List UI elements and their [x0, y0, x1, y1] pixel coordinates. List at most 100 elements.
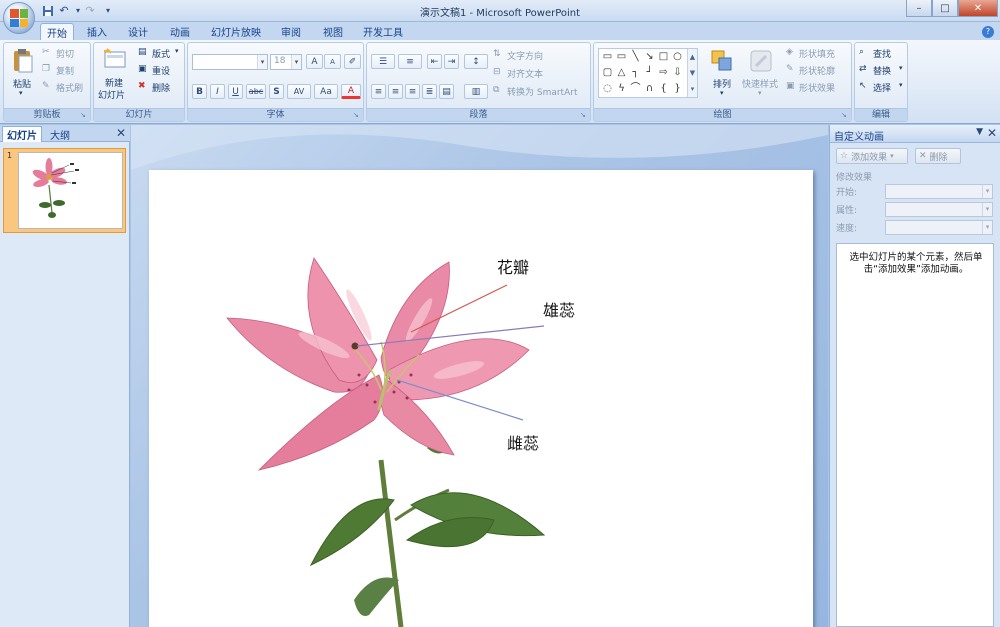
grow-font-button[interactable]: A [306, 54, 323, 69]
right-arrow-shape-icon[interactable]: ⇨ [657, 67, 670, 79]
slide-canvas[interactable]: 花瓣 雄蕊 雌蕊 [149, 170, 813, 627]
property-select[interactable]: ▾ [885, 202, 993, 217]
underline-button[interactable]: U [228, 84, 243, 99]
down-arrow-shape-icon[interactable]: ⇩ [671, 67, 684, 79]
clipboard-launcher-icon[interactable]: ↘ [80, 111, 88, 119]
format-painter-button[interactable]: 格式刷 [56, 81, 83, 94]
shadow-button[interactable]: S [269, 84, 284, 99]
label-stamen[interactable]: 雄蕊 [543, 297, 575, 321]
increase-indent-button[interactable]: ⇥ [444, 54, 459, 69]
arc-shape-icon[interactable]: ⌒ [629, 83, 642, 95]
close-button[interactable]: ✕ [958, 0, 998, 17]
font-color-button[interactable]: A [341, 84, 361, 99]
reset-button[interactable]: 重设 [152, 64, 170, 77]
speed-select[interactable]: ▾ [885, 220, 993, 235]
replace-dropdown-icon[interactable]: ▾ [899, 64, 903, 72]
quick-styles-dropdown-icon[interactable]: ▾ [758, 89, 762, 97]
bold-button[interactable]: B [192, 84, 207, 99]
lily-image[interactable] [149, 170, 813, 627]
tab-design[interactable]: 设计 [122, 23, 154, 40]
shapes-gallery[interactable]: ▭ ▭ ╲ ↘ □ ○ ▢ △ ┐ ┘ ⇨ ⇩ ◌ ϟ ⌒ ∩ { } ▲ ▼ ▾ [598, 48, 698, 98]
rectangle-shape-icon[interactable]: □ [657, 51, 670, 63]
elbow-shape-icon[interactable]: ┐ [629, 67, 642, 79]
convert-smartart-button[interactable]: 转换为 SmartArt [507, 85, 577, 98]
vtextbox-shape-icon[interactable]: ▭ [615, 51, 628, 63]
curve-shape-icon[interactable]: ∩ [643, 83, 656, 95]
justify-button[interactable]: ≣ [422, 84, 437, 99]
align-text-button[interactable]: 对齐文本 [507, 67, 543, 80]
select-button[interactable]: 选择 [873, 81, 891, 94]
char-spacing-button[interactable]: AV [287, 84, 311, 99]
brace-left-shape-icon[interactable]: { [657, 83, 670, 95]
replace-button[interactable]: 替换 [873, 64, 891, 77]
lightning-shape-icon[interactable]: ϟ [615, 83, 628, 95]
align-right-button[interactable]: ≡ [405, 84, 420, 99]
tab-developer[interactable]: 开发工具 [358, 23, 408, 40]
columns-button[interactable]: ▥ [464, 84, 488, 99]
font-name-combo[interactable]: ▾ [192, 54, 268, 70]
new-slide-icon[interactable] [102, 47, 128, 71]
shape-outline-button[interactable]: 形状轮廓 [799, 64, 835, 77]
slide-thumbnail-selected[interactable]: 1 [3, 148, 126, 233]
paste-icon[interactable] [12, 48, 34, 74]
close-icon[interactable]: ✕ [987, 126, 997, 140]
cut-button[interactable]: 剪切 [56, 47, 74, 60]
paragraph-launcher-icon[interactable]: ↘ [580, 111, 588, 119]
drawing-launcher-icon[interactable]: ↘ [841, 111, 849, 119]
tab-view[interactable]: 视图 [316, 23, 350, 40]
new-slide-button-line2[interactable]: 幻灯片 [98, 88, 125, 101]
layout-dropdown-icon[interactable]: ▾ [175, 47, 179, 55]
help-icon[interactable]: ? [982, 26, 994, 38]
close-icon[interactable]: ✕ [116, 126, 126, 140]
triangle-shape-icon[interactable]: △ [615, 67, 628, 79]
align-left-button[interactable]: ≡ [371, 84, 386, 99]
property-dropdown-icon[interactable]: ▾ [982, 203, 992, 216]
textbox-shape-icon[interactable]: ▭ [601, 51, 614, 63]
tab-outline[interactable]: 大纲 [43, 126, 77, 142]
start-dropdown-icon[interactable]: ▾ [982, 185, 992, 198]
tab-insert[interactable]: 插入 [82, 23, 112, 40]
select-dropdown-icon[interactable]: ▾ [899, 81, 903, 89]
italic-button[interactable]: I [210, 84, 225, 99]
clear-format-icon[interactable]: ✐ [344, 54, 361, 69]
tab-slides[interactable]: 幻灯片 [2, 126, 42, 142]
tab-animations[interactable]: 动画 [164, 23, 196, 40]
speed-dropdown-icon[interactable]: ▾ [982, 221, 992, 234]
slide-thumbnail[interactable] [18, 152, 123, 229]
elbow-arrow-shape-icon[interactable]: ┘ [643, 67, 656, 79]
line-shape-icon[interactable]: ╲ [629, 51, 642, 63]
arrow-line-shape-icon[interactable]: ↘ [643, 51, 656, 63]
bullets-button[interactable]: ☰ [371, 54, 395, 69]
font-size-dropdown-icon[interactable]: ▾ [291, 55, 301, 69]
oval-shape-icon[interactable]: ○ [671, 51, 684, 63]
distribute-button[interactable]: ▤ [439, 84, 454, 99]
quick-styles-icon[interactable] [748, 48, 774, 74]
copy-button[interactable]: 复制 [56, 64, 74, 77]
brace-right-shape-icon[interactable]: } [671, 83, 684, 95]
maximize-button[interactable]: □ [932, 0, 958, 17]
delete-button[interactable]: 删除 [152, 81, 170, 94]
label-pistil[interactable]: 雌蕊 [507, 430, 539, 454]
align-center-button[interactable]: ≡ [388, 84, 403, 99]
animation-list[interactable]: 选中幻灯片的某个元素，然后单击“添加效果”添加动画。 [836, 243, 994, 627]
change-case-button[interactable]: Aa [314, 84, 338, 99]
shrink-font-button[interactable]: A [324, 54, 341, 69]
pane-options-icon[interactable]: ▼ [976, 127, 983, 137]
start-select[interactable]: ▾ [885, 184, 993, 199]
shape-fill-button[interactable]: 形状填充 [799, 47, 835, 60]
font-size-combo[interactable]: 18 ▾ [270, 54, 302, 70]
tab-home[interactable]: 开始 [40, 23, 74, 40]
font-launcher-icon[interactable]: ↘ [353, 111, 361, 119]
label-petal[interactable]: 花瓣 [497, 254, 529, 278]
arrange-icon[interactable] [710, 49, 734, 73]
line-spacing-button[interactable]: ↕ [464, 54, 488, 69]
text-direction-button[interactable]: 文字方向 [507, 49, 543, 62]
numbering-button[interactable]: ≡ [398, 54, 422, 69]
minimize-button[interactable]: – [906, 0, 932, 17]
arrange-dropdown-icon[interactable]: ▾ [720, 89, 724, 97]
font-name-dropdown-icon[interactable]: ▾ [257, 55, 267, 69]
rounded-rect-shape-icon[interactable]: ▢ [601, 67, 614, 79]
find-button[interactable]: 查找 [873, 47, 891, 60]
shapes-scroll-icon[interactable]: ▲ ▼ ▾ [687, 49, 697, 97]
tab-review[interactable]: 审阅 [276, 23, 306, 40]
